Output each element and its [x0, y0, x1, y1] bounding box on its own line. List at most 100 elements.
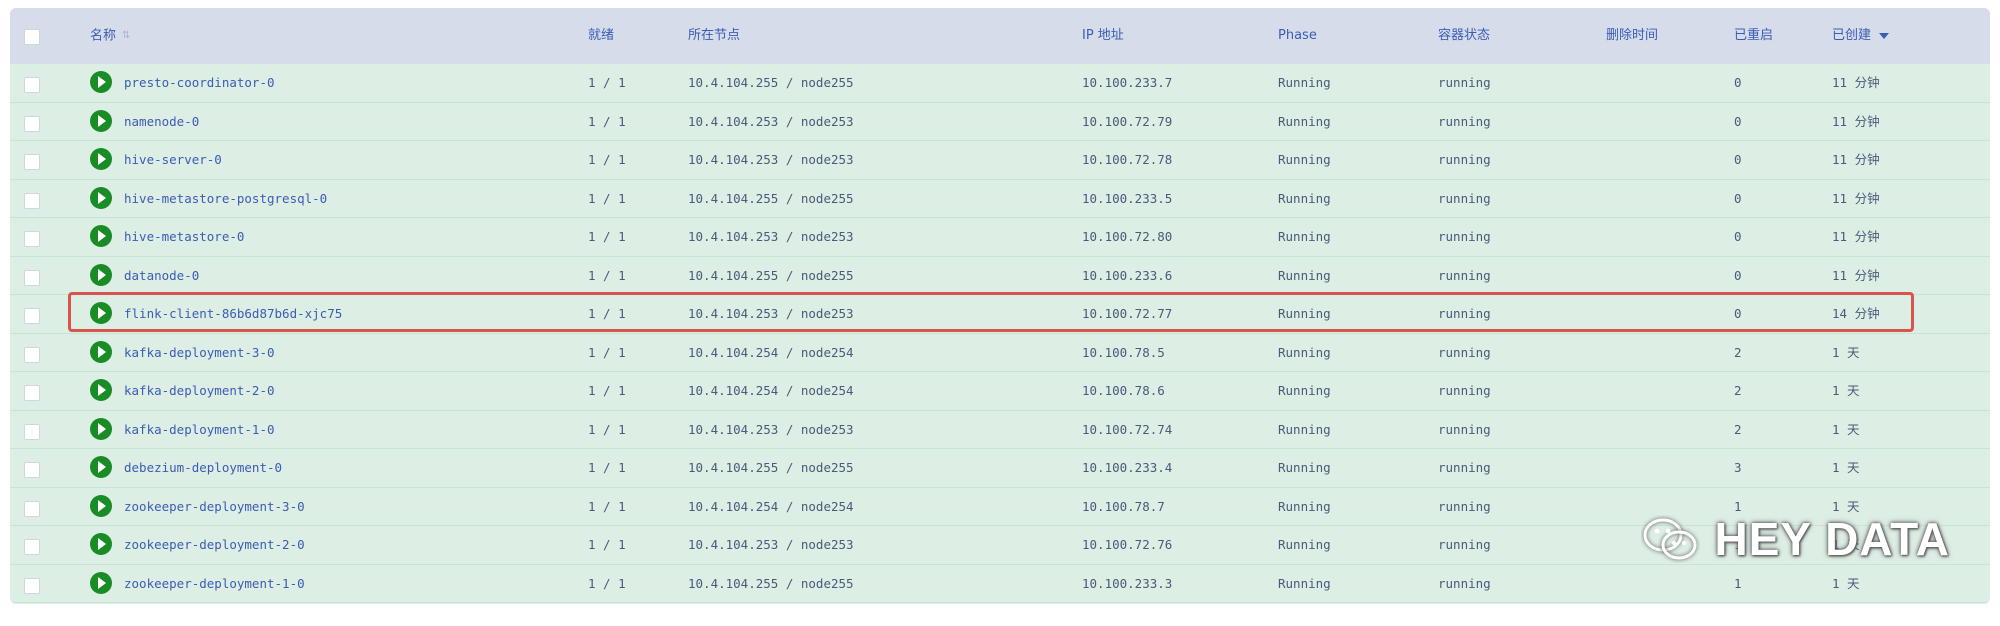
row-checkbox[interactable]	[24, 577, 40, 594]
restarts-cell: 2	[1734, 344, 1742, 360]
node-cell: 10.4.104.255 / node255	[688, 460, 854, 475]
pod-name-link[interactable]: hive-server-0	[124, 141, 222, 179]
sort-icon: ⇅	[122, 30, 131, 41]
container-status-cell: running	[1438, 383, 1491, 398]
table-row[interactable]: hive-server-0 1 / 1 10.4.104.253 / node253…	[10, 141, 1990, 180]
row-checkbox[interactable]	[24, 77, 40, 93]
ip-cell: 10.100.72.79	[1082, 113, 1173, 129]
column-header-container-status: 容器状态	[1438, 28, 1491, 43]
restarts-cell: 1	[1734, 575, 1742, 591]
phase-cell: Running	[1278, 537, 1331, 552]
ready-cell: 1 / 1	[588, 460, 626, 475]
age-cell: 11 分钟	[1832, 267, 1880, 283]
column-header-delete-time: 删除时间	[1606, 28, 1659, 43]
ip-cell: 10.100.233.5	[1082, 190, 1173, 206]
column-age-label: 已创建	[1832, 28, 1872, 43]
container-status-cell: running	[1438, 190, 1491, 206]
row-checkbox[interactable]	[24, 500, 40, 517]
row-checkbox[interactable]	[24, 154, 40, 170]
age-cell: 1 天	[1832, 421, 1860, 437]
pod-name-link[interactable]: zookeeper-deployment-1-0	[124, 565, 305, 603]
ip-cell: 10.100.72.77	[1082, 306, 1173, 321]
pod-name-link[interactable]: zookeeper-deployment-3-0	[124, 488, 305, 526]
container-status-cell: running	[1438, 575, 1491, 591]
pod-name-link[interactable]: kafka-deployment-2-0	[124, 372, 275, 410]
pod-name-link[interactable]: hive-metastore-0	[124, 218, 244, 256]
running-status-icon	[90, 456, 112, 478]
table-row[interactable]: zookeeper-deployment-1-0 1 / 1 10.4.104.25…	[10, 565, 1990, 603]
row-checkbox[interactable]	[24, 115, 40, 132]
pod-name-link[interactable]: namenode-0	[124, 103, 199, 141]
running-status-icon	[90, 417, 112, 440]
container-status-cell: running	[1438, 229, 1491, 244]
running-status-icon	[90, 71, 112, 93]
restarts-cell: 0	[1734, 152, 1742, 167]
ready-cell: 1 / 1	[588, 537, 626, 552]
running-status-icon	[90, 533, 112, 555]
container-status-cell: running	[1438, 498, 1491, 514]
table-row[interactable]: presto-coordinator-0 1 / 1 10.4.104.255 / …	[10, 64, 1990, 103]
age-cell: 1 天	[1832, 460, 1860, 475]
running-status-icon	[90, 109, 112, 132]
table-row[interactable]: kafka-deployment-3-0 1 / 1 10.4.104.254 / …	[10, 334, 1990, 372]
ready-cell: 1 / 1	[588, 421, 626, 437]
pod-name-link[interactable]: hive-metastore-postgresql-0	[124, 180, 327, 218]
row-checkbox[interactable]	[24, 385, 40, 401]
column-header-ready: 就绪	[588, 28, 615, 43]
pod-name-link[interactable]: flink-client-86b6d87b6d-xjc75	[124, 295, 342, 333]
row-checkbox[interactable]	[24, 462, 40, 478]
running-status-icon	[90, 302, 112, 324]
row-checkbox[interactable]	[24, 539, 40, 555]
age-cell: 11 分钟	[1832, 113, 1880, 129]
select-all-checkbox[interactable]	[24, 29, 40, 45]
container-status-cell: running	[1438, 152, 1491, 167]
pod-name-link[interactable]: datanode-0	[124, 257, 199, 295]
age-cell: 14 分钟	[1832, 306, 1880, 321]
ip-cell: 10.100.78.6	[1082, 383, 1165, 398]
age-cell: 11 分钟	[1832, 75, 1880, 90]
restarts-cell: 0	[1734, 267, 1742, 283]
row-checkbox[interactable]	[24, 346, 40, 363]
restarts-cell: 0	[1734, 190, 1742, 206]
row-checkbox[interactable]	[24, 308, 40, 324]
restarts-cell: 2	[1734, 383, 1742, 398]
age-cell: 11 分钟	[1832, 152, 1880, 167]
table-row[interactable]: hive-metastore-postgresql-0 1 / 1 10.4.104…	[10, 180, 1990, 218]
row-checkbox[interactable]	[24, 423, 40, 440]
row-checkbox[interactable]	[24, 269, 40, 286]
pod-name-link[interactable]: debezium-deployment-0	[124, 449, 282, 487]
row-checkbox[interactable]	[24, 192, 40, 209]
pod-name-link[interactable]: kafka-deployment-1-0	[124, 411, 275, 449]
age-cell: 11 分钟	[1832, 229, 1880, 244]
ready-cell: 1 / 1	[588, 267, 626, 283]
ip-cell: 10.100.233.3	[1082, 575, 1173, 591]
table-row[interactable]: kafka-deployment-1-0 1 / 1 10.4.104.253 / …	[10, 411, 1990, 449]
ready-cell: 1 / 1	[588, 229, 626, 244]
table-row[interactable]: namenode-0 1 / 1 10.4.104.253 / node253 10.…	[10, 103, 1990, 141]
restarts-cell: 0	[1734, 306, 1742, 321]
table-row[interactable]: debezium-deployment-0 1 / 1 10.4.104.255 /…	[10, 449, 1990, 488]
table-row[interactable]: datanode-0 1 / 1 10.4.104.255 / node255 10.…	[10, 257, 1990, 295]
running-status-icon	[90, 494, 112, 517]
restarts-cell: 0	[1734, 113, 1742, 129]
node-cell: 10.4.104.255 / node255	[688, 190, 854, 206]
node-cell: 10.4.104.255 / node255	[688, 575, 854, 591]
phase-cell: Running	[1278, 575, 1331, 591]
age-cell: 1 天	[1832, 383, 1860, 398]
node-cell: 10.4.104.255 / node255	[688, 267, 854, 283]
column-header-age[interactable]: 已创建	[1832, 8, 1890, 64]
pod-name-link[interactable]: kafka-deployment-3-0	[124, 334, 275, 372]
row-checkbox[interactable]	[24, 231, 40, 247]
pod-name-link[interactable]: presto-coordinator-0	[124, 64, 275, 102]
table-row[interactable]: hive-metastore-0 1 / 1 10.4.104.253 / node…	[10, 218, 1990, 257]
column-header-name[interactable]: 名称 ⇅	[90, 8, 130, 64]
wechat-icon	[1641, 515, 1701, 563]
node-cell: 10.4.104.253 / node253	[688, 113, 854, 129]
table-row[interactable]: kafka-deployment-2-0 1 / 1 10.4.104.254 / …	[10, 372, 1990, 411]
ready-cell: 1 / 1	[588, 113, 626, 129]
ip-cell: 10.100.233.4	[1082, 460, 1173, 475]
table-row[interactable]: flink-client-86b6d87b6d-xjc75 1 / 1 10.4.1…	[10, 295, 1990, 334]
column-header-phase: Phase	[1278, 28, 1317, 43]
age-cell: 1 天	[1832, 344, 1860, 360]
pod-name-link[interactable]: zookeeper-deployment-2-0	[124, 526, 305, 564]
